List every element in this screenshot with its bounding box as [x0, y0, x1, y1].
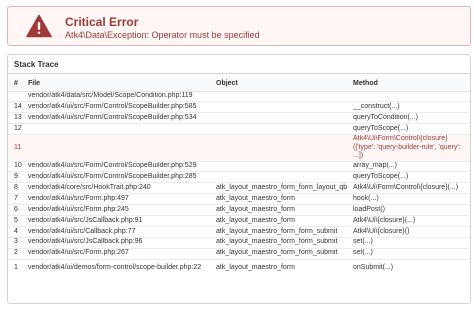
table-row: 10 vendor/atk4/ui/src/Form/Control/Scope… — [8, 160, 470, 172]
table-row: 14 vendor/atk4/ui/src/Form/Control/Scope… — [8, 101, 470, 113]
stack-trace-title: Stack Trace — [14, 60, 59, 69]
row-file: vendor/atk4/ui/src/JsCallback.php:96 — [22, 236, 210, 249]
warning-triangle-icon — [26, 14, 52, 38]
row-object: atk_layout_maestro_form_form_submit — [210, 225, 347, 238]
row-number: 1 — [8, 258, 22, 278]
table-row-highlighted: 11 Atk4\Ui\Form\Control\{closure}(['type… — [8, 134, 470, 162]
row-file: vendor/atk4/ui/demos/form-control/scope-… — [22, 258, 210, 278]
row-object: atk_layout_maestro_form — [210, 204, 347, 216]
table-row: 1 vendor/atk4/ui/demos/form-control/scop… — [8, 258, 470, 278]
row-number: 3 — [8, 236, 22, 249]
row-number: 8 — [8, 182, 22, 194]
row-method: set(...) — [347, 247, 470, 260]
row-method: array_map(...) — [347, 160, 470, 172]
row-method — [347, 90, 470, 102]
row-method: hook(...) — [347, 193, 470, 205]
row-method: queryToCondition(...) — [347, 112, 470, 124]
row-number: 5 — [8, 215, 22, 227]
table-row: vendor/atk4/data/src/Model/Scope/Conditi… — [8, 90, 470, 102]
table-row: 12 queryToScope(...) — [8, 123, 470, 135]
row-number: 13 — [8, 112, 22, 124]
table-row: 2 vendor/atk4/ui/src/Form.php:267 atk_la… — [8, 247, 470, 260]
row-number: 12 — [8, 123, 22, 135]
row-object — [210, 160, 347, 172]
row-object — [210, 171, 347, 183]
row-file: vendor/atk4/data/src/Model/Scope/Conditi… — [22, 90, 210, 102]
table-header-row: # File Object Method — [8, 76, 470, 92]
error-title: Critical Error — [65, 15, 139, 29]
row-file: vendor/atk4/ui/src/Form/Control/ScopeBui… — [22, 171, 210, 183]
row-object: atk_layout_maestro_form — [210, 193, 347, 205]
column-header-number: # — [8, 76, 22, 92]
row-object: atk_layout_maestro_form_form_submit — [210, 236, 347, 249]
row-file — [22, 134, 210, 162]
column-header-method: Method — [347, 76, 470, 92]
row-number: 2 — [8, 247, 22, 260]
stack-trace-header: Stack Trace — [8, 55, 470, 74]
row-number: 10 — [8, 160, 22, 172]
row-file: vendor/atk4/ui/src/Form/Control/ScopeBui… — [22, 101, 210, 113]
stack-trace-panel: Stack Trace # File Object Method vendor/… — [7, 54, 471, 304]
row-object — [210, 112, 347, 124]
row-number: 14 — [8, 101, 22, 113]
row-object — [210, 123, 347, 135]
row-number — [8, 90, 22, 102]
row-file: vendor/atk4/ui/src/Form/Control/ScopeBui… — [22, 112, 210, 124]
row-method: __construct(...) — [347, 101, 470, 113]
row-number: 7 — [8, 193, 22, 205]
row-number: 4 — [8, 225, 22, 238]
row-method: onSubmit(...) — [347, 258, 470, 278]
row-object: atk_layout_maestro_form — [210, 258, 347, 278]
row-method: queryToScope(...) — [347, 171, 470, 183]
table-row: 3 vendor/atk4/ui/src/JsCallback.php:96 a… — [8, 236, 470, 249]
table-row: 4 vendor/atk4/ui/src/Callback.php:77 atk… — [8, 225, 470, 238]
row-file: vendor/atk4/core/src/HookTrait.php:240 — [22, 182, 210, 194]
error-message: Atk4\Data\Exception: Operator must be sp… — [65, 30, 260, 40]
stack-trace-table: # File Object Method vendor/atk4/data/sr… — [8, 76, 470, 278]
row-file: vendor/atk4/ui/src/Callback.php:77 — [22, 225, 210, 238]
table-row: 8 vendor/atk4/core/src/HookTrait.php:240… — [8, 182, 470, 194]
row-object: atk_layout_maestro_form_form_submit — [210, 247, 347, 260]
table-row: 13 vendor/atk4/ui/src/Form/Control/Scope… — [8, 112, 470, 124]
row-method: Atk4\Ui\Form\Control\{closure}(...) — [347, 182, 470, 194]
row-method: queryToScope(...) — [347, 123, 470, 135]
table-row: 5 vendor/atk4/ui/src/JsCallback.php:91 a… — [8, 215, 470, 227]
row-method: set(...) — [347, 236, 470, 249]
row-object — [210, 90, 347, 102]
column-header-object: Object — [210, 76, 347, 92]
row-object — [210, 101, 347, 113]
error-message-box: Critical Error Atk4\Data\Exception: Oper… — [7, 6, 471, 46]
row-object — [210, 134, 347, 162]
row-file: vendor/atk4/ui/src/Form.php:245 — [22, 204, 210, 216]
row-file: vendor/atk4/ui/src/Form.php:497 — [22, 193, 210, 205]
row-number: 9 — [8, 171, 22, 183]
row-file: vendor/atk4/ui/src/Form.php:267 — [22, 247, 210, 260]
row-number: 6 — [8, 204, 22, 216]
column-header-file: File — [22, 76, 210, 92]
row-file: vendor/atk4/ui/src/JsCallback.php:91 — [22, 215, 210, 227]
table-row: 6 vendor/atk4/ui/src/Form.php:245 atk_la… — [8, 204, 470, 216]
row-object: atk_layout_maestro_form_form_layout_qb — [210, 182, 347, 194]
table-row: 9 vendor/atk4/ui/src/Form/Control/ScopeB… — [8, 171, 470, 183]
row-object: atk_layout_maestro_form — [210, 215, 347, 227]
row-number: 11 — [8, 134, 22, 162]
row-method: loadPost() — [347, 204, 470, 216]
row-method: Atk4\Ui\{closure}(...) — [347, 215, 470, 227]
row-file — [22, 123, 210, 135]
table-row: 7 vendor/atk4/ui/src/Form.php:497 atk_la… — [8, 193, 470, 205]
row-method: Atk4\Ui\{closure}() — [347, 225, 470, 238]
row-file: vendor/atk4/ui/src/Form/Control/ScopeBui… — [22, 160, 210, 172]
row-method: Atk4\Ui\Form\Control\{closure}(['type': … — [347, 134, 470, 162]
